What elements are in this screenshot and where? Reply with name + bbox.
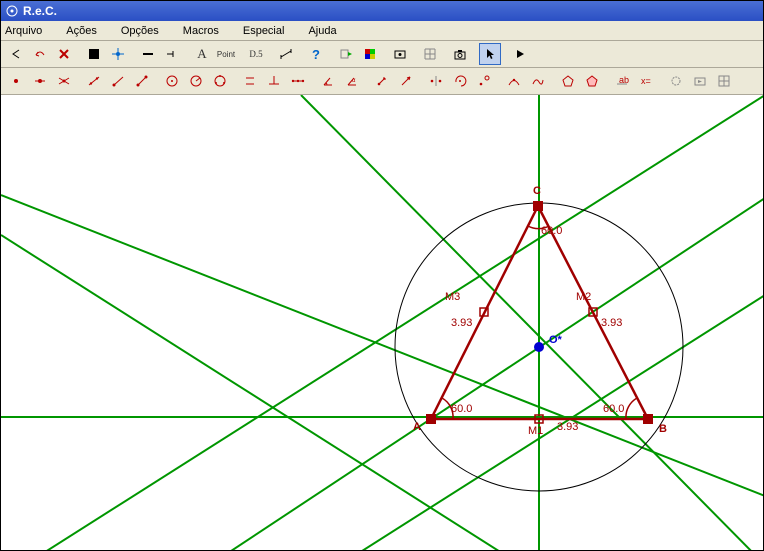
- thickness-icon[interactable]: [137, 43, 159, 65]
- titlebar: R.e.C.: [1, 1, 763, 21]
- window-title: R.e.C.: [23, 4, 57, 18]
- translate-icon[interactable]: [371, 70, 393, 92]
- label-C: C: [533, 185, 541, 197]
- hide-show-icon[interactable]: [389, 43, 411, 65]
- locus-icon[interactable]: [503, 70, 525, 92]
- undo-icon[interactable]: [29, 43, 51, 65]
- canvas[interactable]: C A B O* M1 M2 M3 60.0 60.0 60.0 3.93 3.…: [1, 95, 763, 550]
- expression-icon[interactable]: x=: [635, 70, 657, 92]
- angle-A: 60.0: [451, 403, 472, 415]
- hide-tool-icon[interactable]: [665, 70, 687, 92]
- menubar: Arquivo Ações Opções Macros Especial Aju…: [1, 21, 763, 41]
- menu-arquivo[interactable]: Arquivo: [5, 25, 54, 37]
- intersect-icon[interactable]: [53, 70, 75, 92]
- vector-icon[interactable]: [395, 70, 417, 92]
- animate-icon[interactable]: [689, 70, 711, 92]
- fill-polygon-icon[interactable]: [581, 70, 603, 92]
- trace-icon[interactable]: [527, 70, 549, 92]
- compass-tool-icon[interactable]: [185, 70, 207, 92]
- app-icon: [5, 4, 19, 18]
- circle3-tool-icon[interactable]: [209, 70, 231, 92]
- len-AM3: 3.93: [451, 317, 472, 329]
- point-tool-icon[interactable]: [5, 70, 27, 92]
- segment-tool-icon[interactable]: [131, 70, 153, 92]
- snap-icon[interactable]: [107, 43, 129, 65]
- color-black[interactable]: [83, 43, 105, 65]
- point-on-icon[interactable]: [29, 70, 51, 92]
- circle-tool-icon[interactable]: [161, 70, 183, 92]
- camera-icon[interactable]: [449, 43, 471, 65]
- grid-icon[interactable]: [419, 43, 441, 65]
- reflect-icon[interactable]: [425, 70, 447, 92]
- help-icon[interactable]: ?: [305, 43, 327, 65]
- text-label-icon[interactable]: A: [191, 43, 213, 65]
- len-BM1: 3.93: [557, 421, 578, 433]
- decimal-icon[interactable]: D.5: [245, 43, 267, 65]
- menu-opcoes[interactable]: Opções: [121, 25, 171, 37]
- perpendicular-tool-icon[interactable]: [263, 70, 285, 92]
- pointer-tool-icon[interactable]: [479, 43, 501, 65]
- dilate-icon[interactable]: [473, 70, 495, 92]
- palette-icon[interactable]: [359, 43, 381, 65]
- angle-B: 60.0: [603, 403, 624, 415]
- toolbar-row-2: α ab x=: [1, 68, 763, 95]
- label-O: O*: [549, 334, 562, 346]
- polygon-icon[interactable]: [557, 70, 579, 92]
- back-icon[interactable]: [5, 43, 27, 65]
- len-BM2: 3.93: [601, 317, 622, 329]
- parallel-tool-icon[interactable]: [239, 70, 261, 92]
- svg-text:ab: ab: [619, 75, 629, 85]
- angle-tool-icon[interactable]: [317, 70, 339, 92]
- menu-especial[interactable]: Especial: [243, 25, 297, 37]
- delete-icon[interactable]: [53, 43, 75, 65]
- point-label-icon[interactable]: Point: [215, 43, 237, 65]
- macro-run-icon[interactable]: [335, 43, 357, 65]
- label-B: B: [659, 423, 667, 435]
- svg-text:α: α: [352, 78, 356, 84]
- angle-C: 60.0: [541, 225, 562, 237]
- midpoint-tool-icon[interactable]: [287, 70, 309, 92]
- label-M3: M3: [445, 291, 460, 303]
- menu-ajuda[interactable]: Ajuda: [308, 25, 348, 37]
- label-M2: M2: [576, 291, 591, 303]
- menu-macros[interactable]: Macros: [183, 25, 231, 37]
- fixed-angle-icon[interactable]: α: [341, 70, 363, 92]
- length-tool-icon[interactable]: [275, 43, 297, 65]
- toolbar-row-1: A Point D.5 ?: [1, 41, 763, 68]
- partial-line-icon[interactable]: [161, 43, 183, 65]
- ray-tool-icon[interactable]: [107, 70, 129, 92]
- macro-icon[interactable]: [713, 70, 735, 92]
- line-tool-icon[interactable]: [83, 70, 105, 92]
- label-M1: M1: [528, 425, 543, 437]
- menu-acoes[interactable]: Ações: [66, 25, 109, 37]
- label-A: A: [413, 421, 421, 433]
- play-icon[interactable]: [509, 43, 531, 65]
- svg-text:x=: x=: [641, 76, 651, 86]
- text-tool-icon[interactable]: ab: [611, 70, 633, 92]
- rotate-icon[interactable]: [449, 70, 471, 92]
